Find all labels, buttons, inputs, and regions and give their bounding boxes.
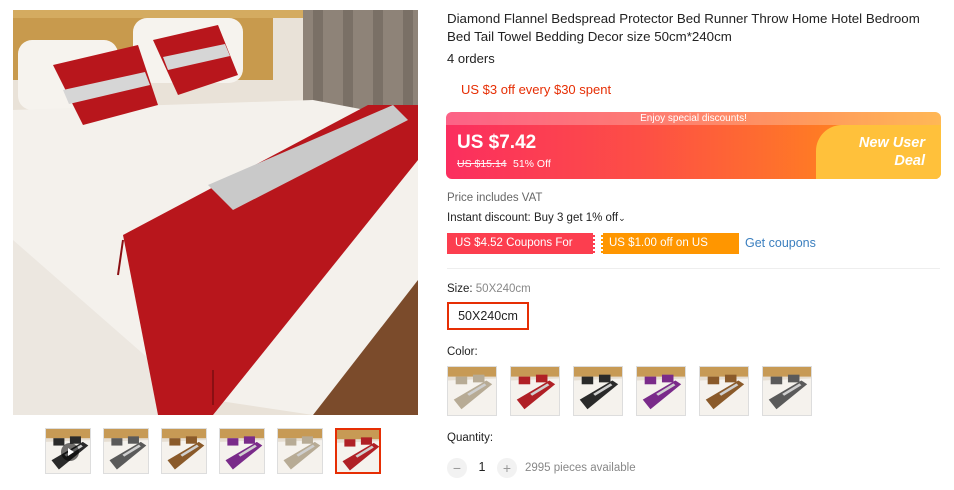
badge-line2: Deal xyxy=(894,153,925,169)
color-swatch[interactable] xyxy=(699,366,749,416)
gallery-thumbnail[interactable] xyxy=(45,428,91,474)
new-user-deal-badge: New User Deal xyxy=(816,125,941,179)
orders-count: 4 orders xyxy=(447,51,495,66)
original-price: US $15.14 xyxy=(457,158,507,170)
coupon-text-1: US $4.52 Coupons For You xyxy=(455,237,573,270)
stock-available: 2995 pieces available xyxy=(525,462,636,474)
product-main-image[interactable] xyxy=(13,10,418,415)
product-title: Diamond Flannel Bedspread Protector Bed … xyxy=(447,11,920,44)
coupon-tag-2[interactable]: US $1.00 off on US $9.00 xyxy=(601,233,739,270)
quantity-label: Quantity: xyxy=(447,432,494,444)
divider xyxy=(447,268,940,269)
size-label: Size: 50X240cm xyxy=(447,283,531,295)
color-swatch[interactable] xyxy=(573,366,623,416)
play-video-icon[interactable] xyxy=(61,443,79,461)
color-swatch[interactable] xyxy=(447,366,497,416)
price-banner: Enjoy special discounts! US $7.42 US $15… xyxy=(446,112,941,179)
gallery-thumbnail[interactable] xyxy=(277,428,323,474)
coupon-text-2: US $1.00 off on US $9.00 xyxy=(609,237,708,270)
current-price: US $7.42 xyxy=(457,132,537,153)
discount-banner-text: Enjoy special discounts! xyxy=(446,112,941,125)
gallery-thumbnail[interactable] xyxy=(161,428,207,474)
vat-note: Price includes VAT xyxy=(447,192,543,204)
gallery-thumbnail[interactable] xyxy=(219,428,265,474)
color-swatch[interactable] xyxy=(510,366,560,416)
get-coupons-link[interactable]: Get coupons xyxy=(745,236,816,250)
instant-discount[interactable]: Instant discount: Buy 3 get 1% off⌄ xyxy=(447,212,626,224)
badge-line1: New User xyxy=(858,135,925,151)
instant-discount-label: Instant discount: Buy 3 get 1% off xyxy=(447,212,619,224)
gallery-thumbnail[interactable] xyxy=(103,428,149,474)
chevron-down-icon: ⌄ xyxy=(618,213,626,223)
coupon-notch xyxy=(601,233,603,254)
store-promo: US $3 off every $30 spent xyxy=(461,82,612,97)
size-option-50x240[interactable]: 50X240cm xyxy=(447,302,529,330)
coupon-tag-1[interactable]: US $4.52 Coupons For You xyxy=(447,233,595,270)
color-label: Color: xyxy=(447,346,478,358)
coupon-notch xyxy=(593,233,595,254)
quantity-increase-button[interactable]: + xyxy=(497,458,517,478)
size-selected-value: 50X240cm xyxy=(475,283,531,295)
color-swatch[interactable] xyxy=(636,366,686,416)
gallery-thumbnail[interactable] xyxy=(335,428,381,474)
quantity-value[interactable]: 1 xyxy=(476,460,488,474)
discount-percent: 51% Off xyxy=(513,158,551,170)
size-label-text: Size: xyxy=(447,283,473,295)
quantity-decrease-button[interactable]: − xyxy=(447,458,467,478)
color-swatch[interactable] xyxy=(762,366,812,416)
